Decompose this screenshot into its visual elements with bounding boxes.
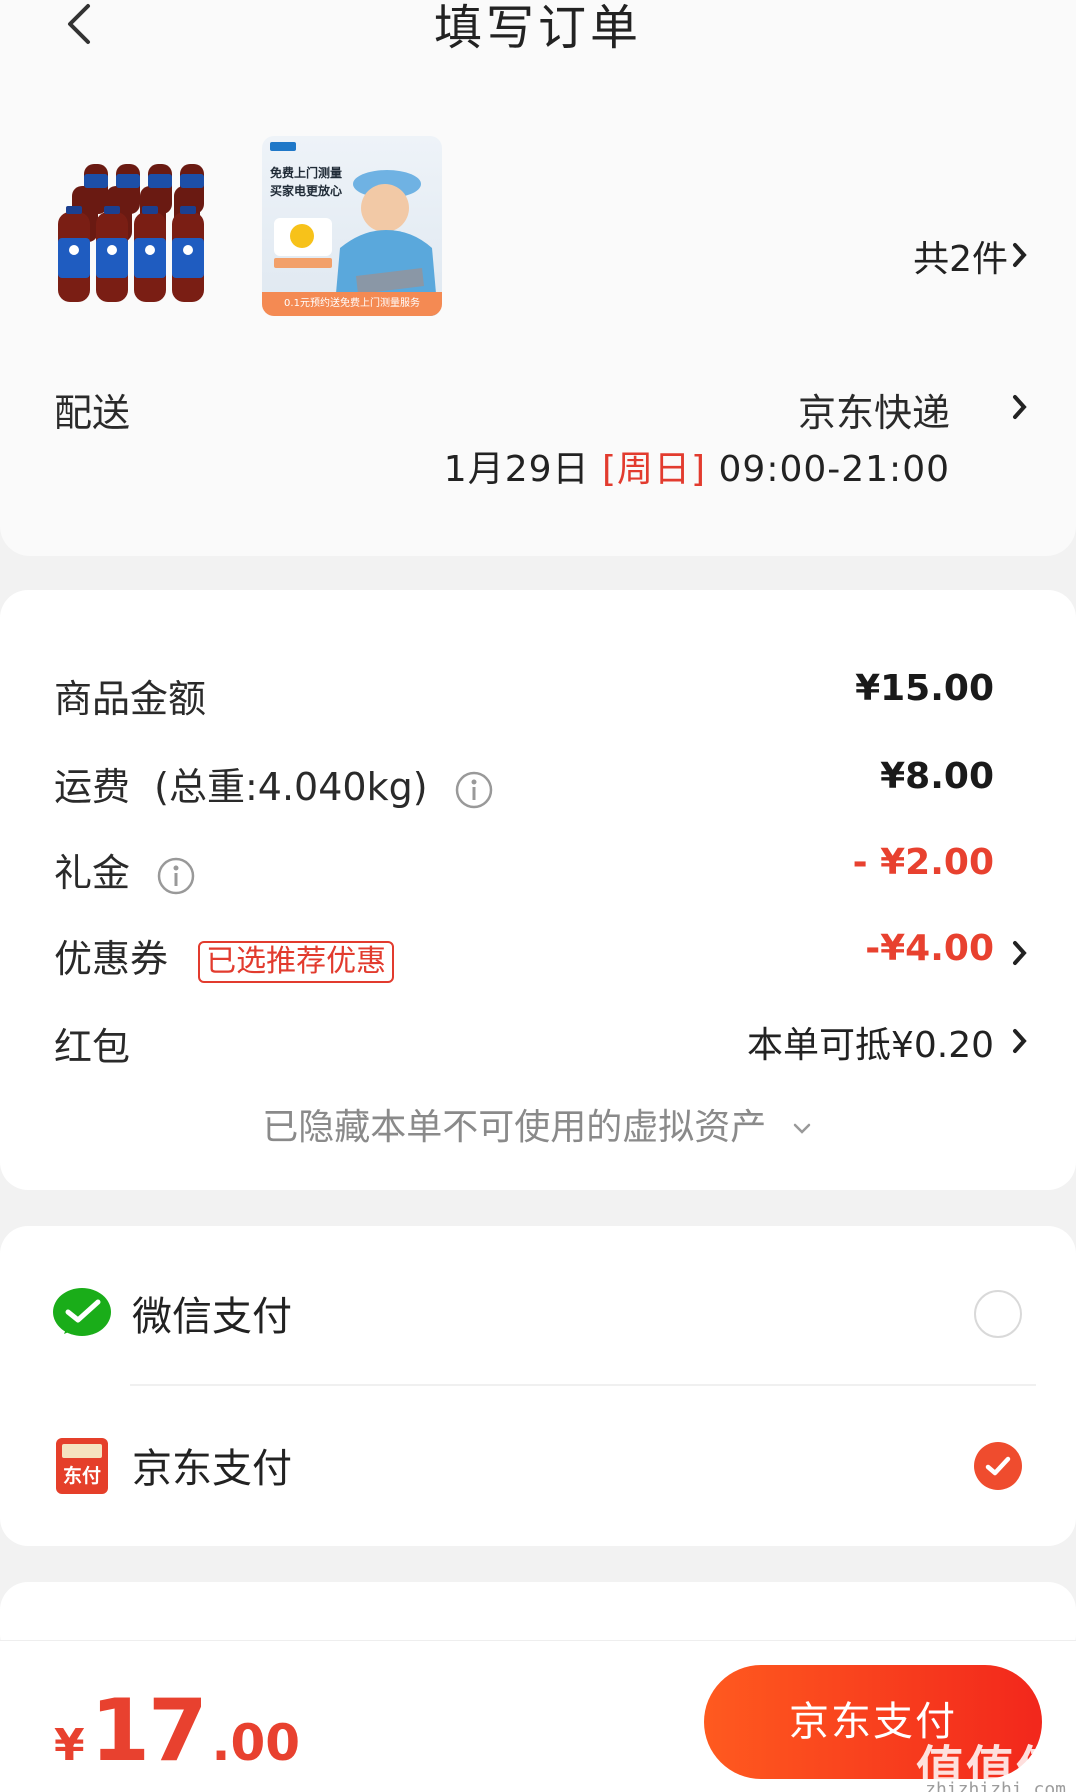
goods-amount-label: 商品金额 xyxy=(54,677,207,721)
gift-money-value: - ¥2.00 xyxy=(852,842,994,883)
watermark-url: zhizhizhi.com xyxy=(925,1779,1066,1792)
info-icon[interactable] xyxy=(156,856,196,896)
coupon-recommended-badge: 已选推荐优惠 xyxy=(198,940,395,983)
delivery-time[interactable]: 1月29日 [周日] 09:00-21:00 xyxy=(444,440,950,492)
order-page: 免费上门测量 买家电更放心 0.1元预约送免费上门测量服务 共2件 配送 京东快… xyxy=(0,0,1076,1792)
chevron-down-icon xyxy=(793,1123,810,1134)
pepsi-bottles-image xyxy=(52,150,232,310)
payment-option-jd[interactable]: 东付 京东支付 xyxy=(0,1420,1076,1520)
coupon-row[interactable]: 优惠券 已选推荐优惠 -¥4.00 xyxy=(0,928,1076,988)
delivery-time-window: 09:00-21:00 xyxy=(718,449,950,490)
chevron-right-icon[interactable] xyxy=(1010,392,1030,422)
header: 填写订单 xyxy=(0,0,1076,70)
delivery-weekday: [周日] xyxy=(601,449,707,490)
red-packet-value-text: 本单可抵¥0.20 xyxy=(746,1025,994,1066)
red-packet-row[interactable]: 红包 本单可抵¥0.20 xyxy=(0,1016,1076,1076)
jd-pay-radio-selected[interactable] xyxy=(974,1442,1022,1490)
page-title: 填写订单 xyxy=(433,0,642,56)
promo-line-2: 买家电更放心 xyxy=(270,184,343,198)
wechat-pay-radio[interactable] xyxy=(974,1290,1022,1338)
product-thumbnail-pepsi[interactable] xyxy=(52,150,232,310)
products-delivery-card: 免费上门测量 买家电更放心 0.1元预约送免费上门测量服务 共2件 配送 京东快… xyxy=(0,0,1076,556)
delivery-date: 1月29日 xyxy=(443,449,590,490)
total-price-decimal: .00 xyxy=(211,1714,301,1772)
check-icon xyxy=(985,1456,1011,1476)
chevron-right-icon[interactable] xyxy=(1010,240,1030,270)
coupon-label-wrap: 优惠券 已选推荐优惠 xyxy=(54,928,395,983)
red-packet-value: 本单可抵¥0.20 xyxy=(747,1016,994,1068)
wechat-pay-icon xyxy=(53,1288,111,1336)
total-price-integer: 17 xyxy=(90,1681,208,1781)
info-icon[interactable] xyxy=(454,770,494,810)
wechat-pay-label: 微信支付 xyxy=(132,1294,292,1340)
promo-line-1: 免费上门测量 xyxy=(270,166,343,180)
promo-bottom-banner: 0.1元预约送免费上门测量服务 xyxy=(262,292,442,316)
coupon-value: -¥4.00 xyxy=(865,928,994,969)
coupon-label: 优惠券 xyxy=(54,937,169,981)
item-count-link[interactable]: 共2件 xyxy=(913,230,1008,282)
jd-pay-icon-text: 东付 xyxy=(63,1464,101,1487)
shipping-fee-label-wrap: 运费 (总重:4.040kg) xyxy=(54,756,494,811)
jd-pay-icon: 东付 xyxy=(56,1438,108,1494)
chevron-right-icon[interactable] xyxy=(1010,1026,1030,1056)
delivery-method[interactable]: 京东快递 xyxy=(798,382,950,437)
service-worker-image xyxy=(270,142,438,316)
shipping-fee-label: 运费 (总重:4.040kg) xyxy=(54,765,428,809)
gift-money-label-wrap: 礼金 xyxy=(54,842,196,897)
payment-option-wechat[interactable]: 微信支付 xyxy=(0,1268,1076,1368)
goods-amount-value: ¥15.00 xyxy=(855,668,994,709)
total-price: ¥ 17 .00 xyxy=(54,1681,300,1781)
goods-amount-row: 商品金额 ¥15.00 xyxy=(0,668,1076,728)
product-thumbnail-measure-service[interactable]: 免费上门测量 买家电更放心 0.1元预约送免费上门测量服务 xyxy=(262,136,442,316)
red-packet-label: 红包 xyxy=(54,1025,131,1069)
hidden-assets-toggle[interactable]: 已隐藏本单不可使用的虚拟资产 xyxy=(0,1098,1076,1150)
hidden-assets-text: 已隐藏本单不可使用的虚拟资产 xyxy=(262,1107,767,1148)
gift-money-row: 礼金 - ¥2.00 xyxy=(0,842,1076,902)
total-price-currency: ¥ xyxy=(54,1720,85,1771)
gift-money-label: 礼金 xyxy=(54,851,131,895)
shipping-fee-value: ¥8.00 xyxy=(880,756,994,797)
shipping-fee-row: 运费 (总重:4.040kg) ¥8.00 xyxy=(0,756,1076,816)
bottom-checkout-bar: ¥ 17 .00 京东支付 值值值 zhizhizhi.com xyxy=(0,1640,1076,1792)
delivery-label: 配送 xyxy=(54,391,131,435)
jd-pay-label: 京东支付 xyxy=(132,1446,292,1492)
payment-divider xyxy=(130,1384,1036,1386)
chevron-right-icon[interactable] xyxy=(1010,938,1030,968)
